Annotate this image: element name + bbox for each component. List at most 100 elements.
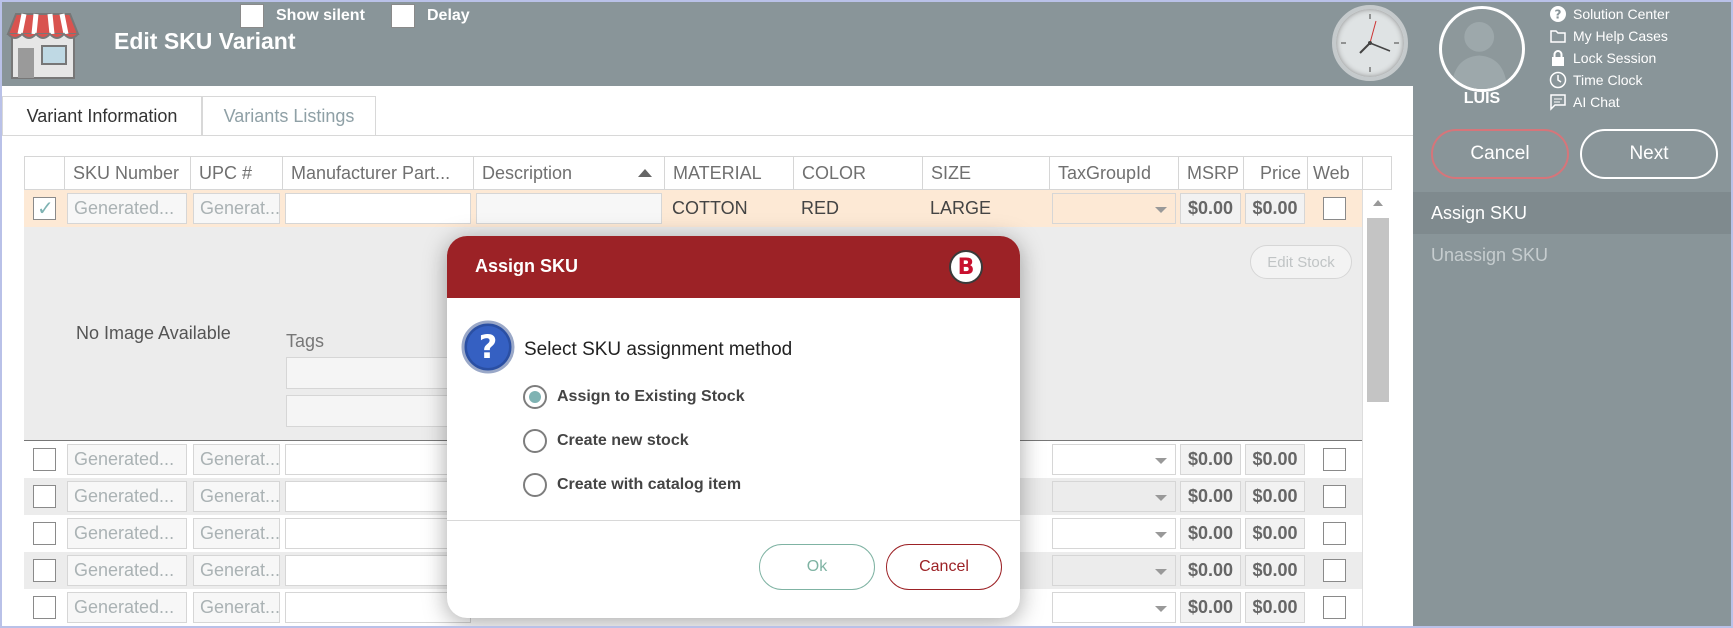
web-checkbox[interactable] <box>1323 448 1346 471</box>
manufacturer-part-cell[interactable] <box>285 518 471 549</box>
sku-number-cell[interactable]: Generated... <box>67 592 187 623</box>
manufacturer-part-cell[interactable] <box>285 555 471 586</box>
radio-assign-existing-stock[interactable] <box>523 385 547 409</box>
row-select-checkbox[interactable] <box>33 196 56 221</box>
dialog-cancel-button[interactable]: Cancel <box>886 544 1002 590</box>
solution-center-label: Solution Center <box>1573 6 1670 22</box>
column-header-msrp[interactable]: MSRP <box>1179 157 1244 189</box>
table-row-selected[interactable]: Generated... Generat... COTTON RED LARGE… <box>24 190 1362 227</box>
tax-group-dropdown[interactable] <box>1052 592 1176 623</box>
upc-cell[interactable]: Generat... <box>193 518 280 549</box>
sku-number-cell[interactable]: Generated... <box>67 193 187 224</box>
column-header-material[interactable]: MATERIAL <box>665 157 794 189</box>
side-item-assign-sku[interactable]: Assign SKU <box>1413 192 1733 234</box>
price-cell[interactable]: $0.00 <box>1245 481 1305 512</box>
next-button[interactable]: Next <box>1580 129 1718 179</box>
sku-number-cell[interactable]: Generated... <box>67 518 187 549</box>
upc-cell[interactable]: Generat... <box>193 481 280 512</box>
tax-group-dropdown[interactable] <box>1052 444 1176 475</box>
description-cell[interactable] <box>476 193 662 224</box>
radio-create-new-stock[interactable] <box>523 429 547 453</box>
msrp-cell[interactable]: $0.00 <box>1180 592 1241 623</box>
edit-stock-button[interactable]: Edit Stock <box>1250 245 1352 279</box>
row-select-checkbox[interactable] <box>33 522 56 545</box>
web-checkbox[interactable] <box>1323 596 1346 619</box>
msrp-cell[interactable]: $0.00 <box>1180 193 1241 224</box>
msrp-cell[interactable]: $0.00 <box>1180 444 1241 475</box>
price-cell[interactable]: $0.00 <box>1245 444 1305 475</box>
no-image-placeholder: No Image Available <box>76 323 231 343</box>
dialog-header: Assign SKU B <box>447 236 1020 298</box>
option-assign-existing-stock[interactable]: Assign to Existing Stock <box>523 385 745 409</box>
row-select-checkbox[interactable] <box>33 596 56 619</box>
web-checkbox[interactable] <box>1323 485 1346 508</box>
web-checkbox[interactable] <box>1323 197 1346 220</box>
column-header-price[interactable]: Price <box>1244 157 1308 189</box>
user-silhouette-icon <box>1451 22 1508 89</box>
msrp-cell[interactable]: $0.00 <box>1180 518 1241 549</box>
show-silent-option[interactable]: Show silent <box>240 4 365 28</box>
upc-cell[interactable]: Generat... <box>193 555 280 586</box>
manufacturer-part-cell[interactable] <box>285 481 471 512</box>
web-checkbox[interactable] <box>1323 522 1346 545</box>
column-header-upc[interactable]: UPC # <box>191 157 283 189</box>
price-cell[interactable]: $0.00 <box>1245 518 1305 549</box>
manufacturer-part-cell[interactable] <box>285 444 471 475</box>
row-select-checkbox[interactable] <box>33 448 56 471</box>
ai-chat-link[interactable]: AI Chat <box>1549 91 1670 113</box>
radio-create-with-catalog-item[interactable] <box>523 473 547 497</box>
tax-group-dropdown[interactable] <box>1052 481 1176 512</box>
side-item-unassign-sku[interactable]: Unassign SKU <box>1413 234 1733 276</box>
manufacturer-part-cell[interactable] <box>285 592 471 623</box>
lock-session-link[interactable]: Lock Session <box>1549 47 1670 69</box>
sku-number-cell[interactable]: Generated... <box>67 555 187 586</box>
row-select-checkbox[interactable] <box>33 559 56 582</box>
column-header-size[interactable]: SIZE <box>923 157 1050 189</box>
tax-group-dropdown[interactable] <box>1052 518 1176 549</box>
msrp-cell[interactable]: $0.00 <box>1180 481 1241 512</box>
option-create-new-stock[interactable]: Create new stock <box>523 429 689 453</box>
avatar[interactable] <box>1439 6 1525 92</box>
show-silent-checkbox[interactable] <box>240 4 264 28</box>
msrp-cell[interactable]: $0.00 <box>1180 555 1241 586</box>
column-header-web[interactable]: Web <box>1308 157 1363 189</box>
cancel-button[interactable]: Cancel <box>1431 129 1569 179</box>
column-header-tax-group-id[interactable]: TaxGroupId <box>1050 157 1179 189</box>
column-header-description[interactable]: Description <box>474 157 665 189</box>
tax-group-dropdown[interactable] <box>1052 193 1176 224</box>
sku-number-cell[interactable]: Generated... <box>67 444 187 475</box>
manufacturer-part-cell[interactable] <box>285 193 471 224</box>
row-select-checkbox[interactable] <box>33 485 56 508</box>
upc-cell[interactable]: Generat... <box>193 592 280 623</box>
column-header-color[interactable]: COLOR <box>794 157 923 189</box>
upc-cell[interactable]: Generat... <box>193 444 280 475</box>
ok-button[interactable]: Ok <box>759 544 875 590</box>
price-cell[interactable]: $0.00 <box>1245 193 1305 224</box>
store-icon <box>6 13 80 79</box>
chevron-down-icon <box>1155 495 1167 501</box>
price-cell[interactable]: $0.00 <box>1245 555 1305 586</box>
tab-variant-information[interactable]: Variant Information <box>2 96 202 136</box>
tab-variants-listings[interactable]: Variants Listings <box>202 96 376 136</box>
tags-input-secondary[interactable] <box>286 395 452 427</box>
option-create-with-catalog-item[interactable]: Create with catalog item <box>523 473 741 497</box>
solution-center-link[interactable]: ? Solution Center <box>1549 3 1670 25</box>
time-clock-link[interactable]: Time Clock <box>1549 69 1670 91</box>
select-column-header[interactable] <box>25 157 65 189</box>
grid-scrollbar[interactable] <box>1362 190 1392 628</box>
tags-input[interactable] <box>286 357 452 389</box>
tax-group-dropdown[interactable] <box>1052 555 1176 586</box>
scrollbar-thumb[interactable] <box>1367 218 1389 402</box>
delay-option[interactable]: Delay <box>391 4 470 28</box>
tags-label: Tags <box>286 331 325 351</box>
scroll-up-arrow-icon[interactable] <box>1373 200 1383 206</box>
column-header-sku-number[interactable]: SKU Number <box>65 157 191 189</box>
upc-cell[interactable]: Generat... <box>193 193 280 224</box>
delay-checkbox[interactable] <box>391 4 415 28</box>
sku-number-cell[interactable]: Generated... <box>67 481 187 512</box>
grid-header: SKU Number UPC # Manufacturer Part... De… <box>24 156 1392 190</box>
price-cell[interactable]: $0.00 <box>1245 592 1305 623</box>
column-header-manufacturer-part[interactable]: Manufacturer Part... <box>283 157 474 189</box>
my-help-cases-link[interactable]: My Help Cases <box>1549 25 1670 47</box>
web-checkbox[interactable] <box>1323 559 1346 582</box>
